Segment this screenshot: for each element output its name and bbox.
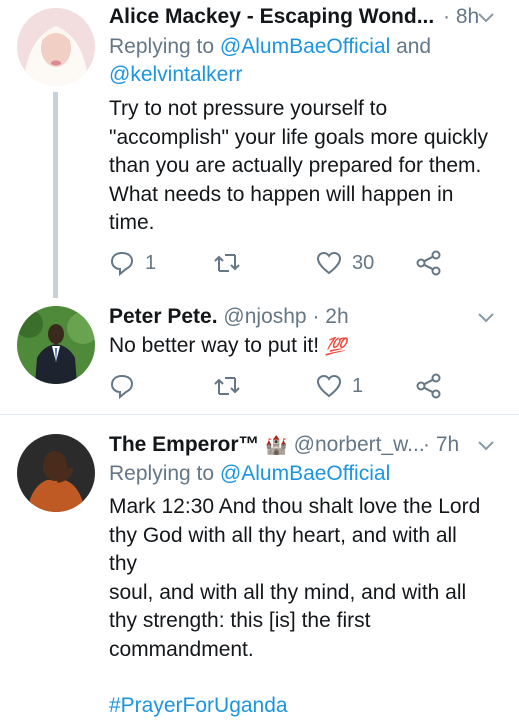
castle-emoji: 🏰 [265, 435, 288, 455]
tweet-3[interactable]: The Emperor™ 🏰 @norbert_w... · 7h Replyi… [0, 424, 519, 717]
author-name[interactable]: The Emperor™ [109, 433, 260, 456]
retweet-button[interactable] [213, 247, 251, 279]
tweet-text: Mark 12:30 And thou shalt love the Lord … [109, 493, 489, 721]
reply-icon [110, 251, 134, 276]
tweet-text: Try to not pressure yourself to "accompl… [109, 97, 489, 234]
author-name[interactable]: Peter Pete. [109, 305, 218, 328]
avatar-alice[interactable] [17, 8, 95, 86]
retweet-icon [214, 254, 240, 272]
chevron-down-icon[interactable] [475, 2, 497, 32]
heart-icon [316, 374, 342, 398]
divider [0, 414, 519, 415]
tweet-2[interactable]: Peter Pete. @njoshp · 2h No better way t… [0, 300, 519, 414]
hundred-points-emoji: 💯 [324, 337, 347, 356]
tweet-1[interactable]: Alice Mackey - Escaping Wond... · 8h Rep… [0, 0, 519, 300]
like-button[interactable]: 1 [316, 370, 363, 402]
timestamp[interactable]: · 7h [423, 430, 459, 460]
share-button[interactable] [415, 370, 443, 402]
share-icon [416, 373, 441, 399]
chevron-down-icon[interactable] [475, 430, 497, 460]
replying-to: Replying to @AlumBaeOfficial [109, 462, 391, 485]
author-handle[interactable]: @norbert_w... [294, 433, 425, 456]
retweet-button[interactable] [213, 370, 251, 402]
tweet-text: No better way to put it! 💯 [109, 334, 347, 357]
reply-icon [110, 374, 134, 399]
share-button[interactable] [415, 247, 443, 279]
retweet-icon [214, 377, 240, 395]
mention-link[interactable]: @AlumBaeOfficial [220, 462, 390, 485]
chevron-down-icon[interactable] [475, 302, 497, 332]
avatar-emperor[interactable] [17, 434, 95, 512]
author-name[interactable]: Alice Mackey - Escaping Wond... [109, 5, 434, 28]
mention-link[interactable]: @AlumBaeOfficial [220, 35, 390, 58]
reply-button[interactable] [109, 370, 145, 402]
hashtag-link[interactable]: #PrayerForUganda [109, 692, 489, 721]
author-handle[interactable]: @njoshp · 2h [223, 305, 348, 328]
like-button[interactable]: 30 [316, 247, 374, 279]
reply-button[interactable]: 1 [109, 247, 156, 279]
replying-to: Replying to @AlumBaeOfficial and @kelvin… [109, 35, 432, 86]
heart-icon [316, 251, 342, 275]
timestamp[interactable]: · 8h [443, 2, 479, 32]
mention-link[interactable]: @kelvintalkerr [109, 63, 242, 86]
share-icon [416, 250, 441, 276]
